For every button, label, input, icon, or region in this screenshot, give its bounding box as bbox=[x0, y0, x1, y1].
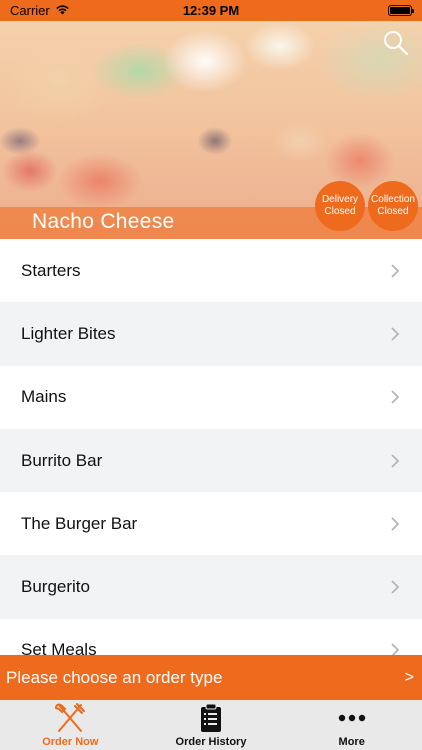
badge-line: Closed bbox=[377, 206, 409, 217]
menu-item-label: Mains bbox=[21, 387, 67, 407]
tab-label: Order Now bbox=[42, 736, 99, 748]
status-bar: Carrier 12:39 PM bbox=[0, 0, 422, 21]
chevron-right-icon bbox=[391, 517, 400, 531]
hero-banner: Nacho Cheese Delivery Closed Collection … bbox=[0, 21, 422, 239]
menu-item-label: Burrito Bar bbox=[21, 450, 103, 470]
badge-line: Closed bbox=[324, 206, 356, 217]
tab-order-history[interactable]: Order History bbox=[141, 700, 282, 750]
restaurant-name: Nacho Cheese bbox=[32, 210, 175, 233]
status-left: Carrier bbox=[10, 3, 70, 18]
delivery-status-badge: Delivery Closed bbox=[315, 181, 365, 231]
chevron-right-icon bbox=[391, 643, 400, 655]
collection-status-badge: Collection Closed bbox=[368, 181, 418, 231]
search-icon bbox=[384, 31, 409, 56]
battery-icon bbox=[388, 5, 414, 16]
order-type-prompt: Please choose an order type bbox=[6, 667, 223, 687]
menu-item-mains[interactable]: Mains bbox=[0, 365, 422, 429]
carrier-label: Carrier bbox=[10, 3, 50, 18]
tab-label: Order History bbox=[175, 736, 247, 748]
chevron-right-icon bbox=[391, 327, 400, 341]
tab-more[interactable]: More bbox=[281, 700, 422, 750]
menu-item-set-meals[interactable]: Set Meals bbox=[0, 618, 422, 655]
menu-item-the-burger-bar[interactable]: The Burger Bar bbox=[0, 492, 422, 556]
menu-category-list: Starters Lighter Bites Mains Burrito Bar… bbox=[0, 239, 422, 655]
wifi-icon bbox=[55, 3, 70, 18]
tab-order-now[interactable]: Order Now bbox=[0, 700, 141, 750]
menu-item-label: Burgerito bbox=[21, 577, 90, 597]
chevron-right-icon bbox=[391, 453, 400, 468]
tab-bar: Order Now Order History More bbox=[0, 700, 422, 750]
search-button[interactable] bbox=[382, 29, 410, 57]
tab-label: More bbox=[338, 736, 365, 748]
chevron-right-icon bbox=[391, 264, 400, 278]
menu-item-burgerito[interactable]: Burgerito bbox=[0, 555, 422, 619]
menu-item-burrito-bar[interactable]: Burrito Bar bbox=[0, 428, 422, 493]
chevron-right-icon bbox=[391, 390, 400, 404]
fork-knife-icon bbox=[53, 702, 87, 734]
badge-line: Delivery bbox=[321, 194, 359, 205]
choose-order-type-button[interactable]: Please choose an order type > bbox=[0, 655, 422, 700]
clipboard-icon bbox=[200, 702, 222, 734]
more-dots-icon bbox=[338, 702, 366, 734]
menu-item-label: The Burger Bar bbox=[21, 513, 138, 533]
battery-fill bbox=[390, 7, 410, 14]
menu-item-starters[interactable]: Starters bbox=[0, 239, 422, 303]
menu-item-lighter-bites[interactable]: Lighter Bites bbox=[0, 302, 422, 366]
menu-item-label: Set Meals bbox=[21, 640, 97, 655]
menu-item-label: Lighter Bites bbox=[21, 323, 116, 343]
chevron-right-icon bbox=[391, 580, 400, 594]
badge-line: Collection bbox=[371, 194, 415, 205]
menu-item-label: Starters bbox=[21, 260, 81, 280]
order-type-arrow: > bbox=[404, 668, 414, 686]
